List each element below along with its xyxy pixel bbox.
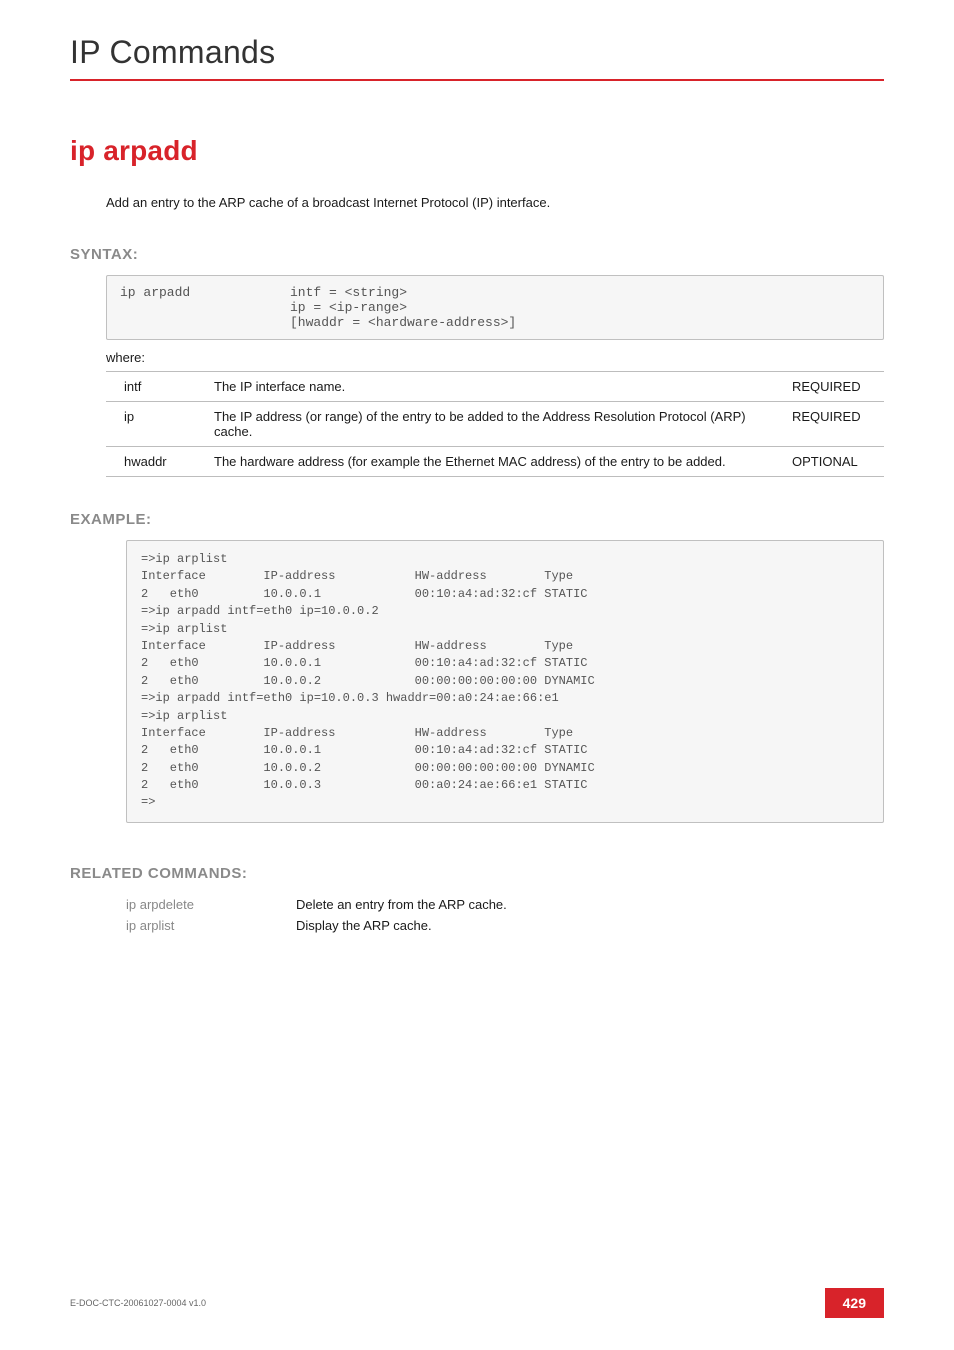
related-commands-table: ip arpdelete Delete an entry from the AR…	[126, 894, 507, 936]
param-name: hwaddr	[106, 447, 196, 477]
command-description: Add an entry to the ARP cache of a broad…	[106, 195, 884, 210]
param-row: intf The IP interface name. REQUIRED	[106, 372, 884, 402]
param-row: hwaddr The hardware address (for example…	[106, 447, 884, 477]
syntax-command: ip arpadd	[119, 284, 289, 331]
param-desc: The IP interface name.	[196, 372, 774, 402]
syntax-box: ip arpadd intf = <string> ip = <ip-range…	[106, 275, 884, 340]
chapter-title: IP Commands	[70, 34, 884, 71]
param-row: ip The IP address (or range) of the entr…	[106, 402, 884, 447]
page-footer: E-DOC-CTC-20061027-0004 v1.0 429	[70, 1288, 884, 1318]
param-required: OPTIONAL	[774, 447, 884, 477]
related-row: ip arplist Display the ARP cache.	[126, 915, 507, 936]
related-heading: RELATED COMMANDS:	[70, 865, 884, 882]
syntax-table: ip arpadd intf = <string> ip = <ip-range…	[119, 284, 871, 331]
related-name: ip arplist	[126, 915, 296, 936]
syntax-args: intf = <string> ip = <ip-range> [hwaddr …	[289, 284, 871, 331]
related-desc: Display the ARP cache.	[296, 915, 507, 936]
where-label: where:	[106, 350, 884, 365]
param-desc: The IP address (or range) of the entry t…	[196, 402, 774, 447]
example-box: =>ip arplist Interface IP-address HW-add…	[126, 540, 884, 823]
document-id: E-DOC-CTC-20061027-0004 v1.0	[70, 1298, 206, 1308]
parameter-table: intf The IP interface name. REQUIRED ip …	[106, 371, 884, 477]
param-required: REQUIRED	[774, 372, 884, 402]
related-desc: Delete an entry from the ARP cache.	[296, 894, 507, 915]
page-number: 429	[825, 1288, 884, 1318]
chapter-rule	[70, 79, 884, 81]
param-desc: The hardware address (for example the Et…	[196, 447, 774, 477]
param-required: REQUIRED	[774, 402, 884, 447]
related-name: ip arpdelete	[126, 894, 296, 915]
example-heading: EXAMPLE:	[70, 511, 884, 528]
param-name: ip	[106, 402, 196, 447]
syntax-heading: SYNTAX:	[70, 246, 884, 263]
related-row: ip arpdelete Delete an entry from the AR…	[126, 894, 507, 915]
param-name: intf	[106, 372, 196, 402]
command-title: ip arpadd	[70, 135, 884, 167]
